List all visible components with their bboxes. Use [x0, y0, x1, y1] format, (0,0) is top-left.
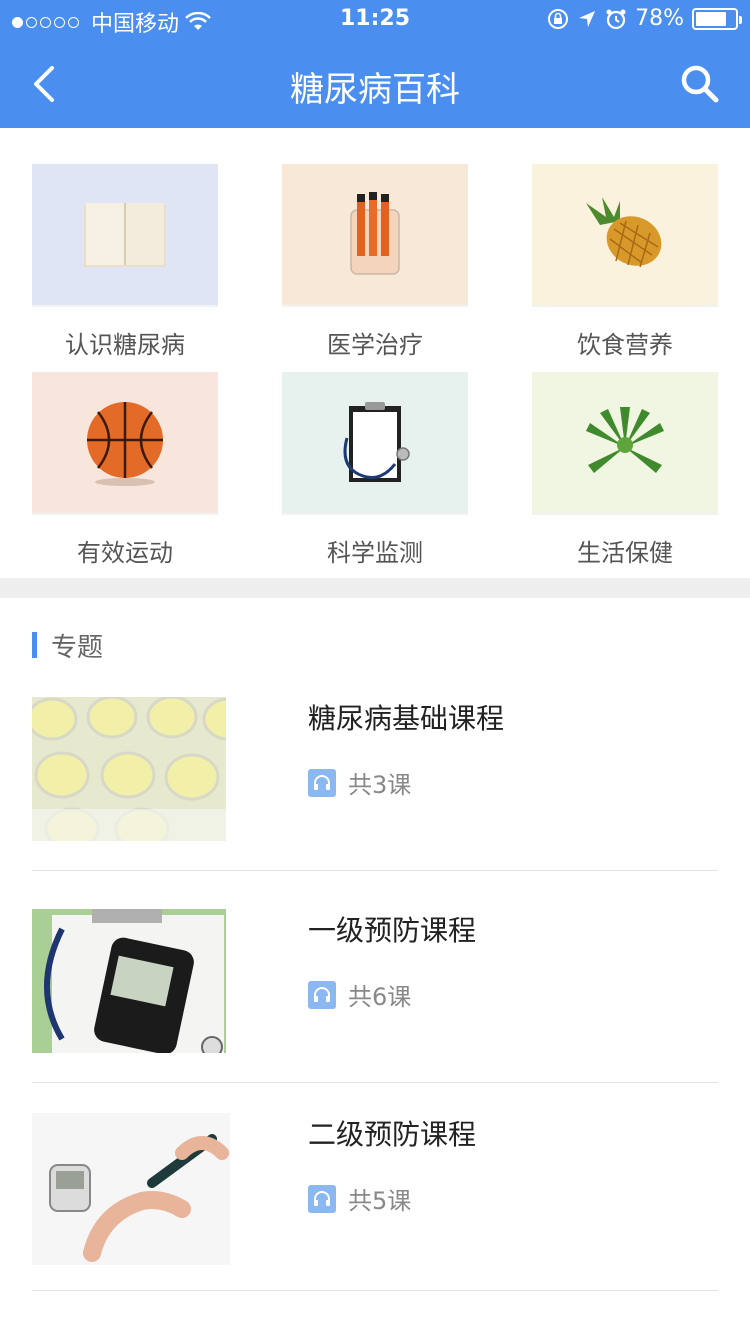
category-label: 认识糖尿病: [65, 331, 185, 359]
rotation-lock-icon: [548, 8, 569, 29]
search-icon: [681, 65, 719, 103]
page-title: 糖尿病百科: [290, 70, 460, 110]
course-thumbnail: [32, 1113, 230, 1265]
category-thumbnail: [282, 372, 468, 515]
status-bar: 中国移动 11:25 78%: [0, 0, 750, 40]
category-item[interactable]: 有效运动: [32, 372, 218, 568]
category-thumbnail: [282, 164, 468, 307]
course-title: 一级预防课程: [308, 914, 477, 947]
clipboard-stethoscope-icon: [343, 401, 410, 482]
course-title: 糖尿病基础课程: [308, 702, 505, 735]
category-item[interactable]: 生活保健: [532, 372, 718, 568]
location-arrow-icon: [579, 10, 596, 27]
category-item[interactable]: 医学治疗: [282, 164, 468, 360]
basketball-icon: [87, 401, 163, 486]
category-label: 饮食营养: [577, 331, 673, 359]
category-label: 科学监测: [327, 539, 423, 567]
aloe-plant-icon: [586, 406, 664, 473]
category-thumbnail: [32, 164, 218, 307]
category-label: 医学治疗: [327, 331, 423, 359]
category-item[interactable]: 饮食营养: [532, 164, 718, 360]
section-divider: [0, 578, 750, 598]
category-label: 生活保健: [577, 539, 673, 567]
pineapple-icon: [586, 196, 662, 267]
alarm-icon: [606, 9, 626, 29]
category-thumbnail: [532, 372, 718, 515]
lesson-count: 共3课: [348, 771, 412, 799]
headphone-icon: [308, 1184, 336, 1213]
battery-icon: [692, 7, 742, 30]
nav-bar: 糖尿病百科: [0, 40, 750, 128]
open-book-icon: [84, 202, 166, 267]
accent-bar: [32, 632, 37, 658]
course-title: 二级预防课程: [308, 1118, 477, 1151]
section-header: 专题: [32, 628, 104, 663]
category-item[interactable]: 科学监测: [282, 372, 468, 568]
course-item[interactable]: 一级预防课程 共6课: [32, 909, 718, 1083]
category-label: 有效运动: [77, 539, 173, 567]
battery-percent: 78%: [635, 6, 684, 31]
headphone-icon: [308, 768, 336, 797]
test-tubes-icon: [350, 191, 400, 275]
course-item[interactable]: 糖尿病基础课程 共3课: [32, 697, 718, 871]
search-button[interactable]: [676, 60, 724, 108]
lesson-count: 共5课: [348, 1187, 412, 1215]
category-thumbnail: [532, 164, 718, 307]
headphone-icon: [308, 980, 336, 1009]
test-tray-image: [32, 697, 226, 841]
course-item[interactable]: 二级预防课程 共5课: [32, 1113, 718, 1291]
finger-prick-image: [32, 1113, 230, 1265]
category-thumbnail: [32, 372, 218, 515]
course-thumbnail: [32, 909, 226, 1053]
course-thumbnail: [32, 697, 226, 841]
lesson-count: 共6课: [348, 983, 412, 1011]
category-item[interactable]: 认识糖尿病: [32, 164, 218, 360]
section-title: 专题: [51, 632, 104, 663]
glucose-meter-image: [32, 909, 226, 1053]
